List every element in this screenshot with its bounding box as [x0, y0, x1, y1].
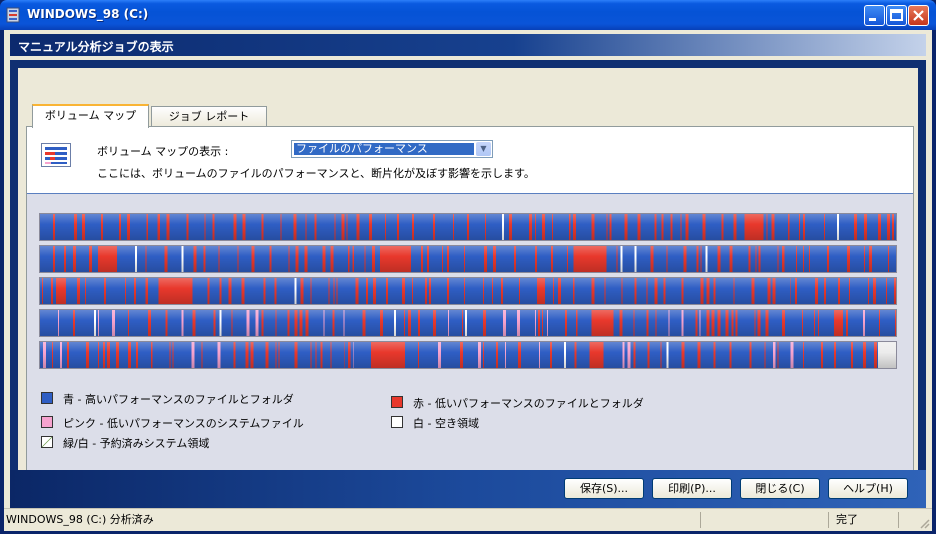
row-shading: [40, 246, 896, 272]
resize-grip-icon[interactable]: [918, 517, 930, 529]
display-mode-value: ファイルのパフォーマンス: [294, 143, 474, 155]
display-mode-select[interactable]: ファイルのパフォーマンス ▼: [291, 140, 493, 158]
legend-text: 白 - 空き領域: [413, 417, 479, 430]
defrag-app-icon: [6, 7, 20, 23]
volume-map-row: [39, 309, 897, 337]
tab-job-report[interactable]: ジョブ レポート: [151, 106, 267, 128]
legend-swatch-pink: [41, 416, 53, 428]
map-options-area: ボリューム マップの表示 : ファイルのパフォーマンス ▼ ここには、ボリューム…: [27, 127, 913, 194]
display-mode-label: ボリューム マップの表示 :: [97, 145, 229, 158]
legend-text: ピンク - 低いパフォーマンスのシステムファイル: [63, 417, 304, 430]
row-shading: [40, 278, 896, 304]
map-description: ここには、ボリュームのファイルのパフォーマンスと、断片化が及ぼす影響を示します。: [97, 167, 535, 180]
legend-text: 緑/白 - 予約済みシステム領域: [63, 437, 210, 450]
content-frame: ボリューム マップ ジョブ レポート ボリューム マップの表示 : ファイルのパ…: [10, 60, 926, 492]
tab-volume-map-label: ボリューム マップ: [44, 109, 137, 122]
tab-panel: ボリューム マップの表示 : ファイルのパフォーマンス ▼ ここには、ボリューム…: [26, 126, 914, 482]
status-text: WINDOWS_98 (C:) 分析済み: [6, 512, 701, 528]
save-button[interactable]: 保存(S)...: [564, 478, 644, 499]
button-bar: 保存(S)... 印刷(P)... 閉じる(C) ヘルプ(H): [10, 470, 926, 508]
row-shading: [40, 310, 896, 336]
legend-item: 赤 - 低いパフォーマンスのファイルとフォルダ: [391, 395, 644, 410]
legend-text: 青 - 高いパフォーマンスのファイルとフォルダ: [63, 393, 294, 406]
tab-job-report-label: ジョブ レポート: [168, 110, 250, 123]
title-bar[interactable]: WINDOWS_98 (C:): [0, 0, 936, 30]
close-button[interactable]: 閉じる(C): [740, 478, 820, 499]
maximize-icon: [890, 9, 903, 21]
close-icon: [913, 10, 924, 21]
legend-item: 青 - 高いパフォーマンスのファイルとフォルダ: [41, 391, 294, 406]
status-spacer: [704, 512, 829, 528]
tab-container: ボリューム マップ ジョブ レポート ボリューム マップの表示 : ファイルのパ…: [18, 68, 918, 484]
tab-volume-map[interactable]: ボリューム マップ: [32, 104, 149, 128]
row-shading: [40, 342, 896, 368]
volume-map: [39, 213, 899, 375]
volume-map-icon: [41, 143, 71, 167]
page-title: マニュアル分析ジョブの表示: [18, 40, 174, 54]
close-window-button[interactable]: [908, 5, 929, 26]
row-shading: [40, 214, 896, 240]
print-button[interactable]: 印刷(P)...: [652, 478, 732, 499]
volume-map-row: [39, 341, 897, 369]
client-area: マニュアル分析ジョブの表示 ボリューム マップ ジョブ レポート ボリューム マ…: [4, 30, 932, 531]
header-band: マニュアル分析ジョブの表示: [10, 34, 926, 56]
volume-map-row: [39, 245, 897, 273]
app-window: WINDOWS_98 (C:) マニュアル分析ジョブの表示 ボリューム マップ …: [0, 0, 936, 534]
legend-item: 白 - 空き領域: [391, 415, 479, 430]
window-title: WINDOWS_98 (C:): [27, 7, 149, 21]
legend-item: ピンク - 低いパフォーマンスのシステムファイル: [41, 415, 304, 430]
legend-swatch-green-white: [41, 436, 53, 448]
volume-map-row: [39, 277, 897, 305]
maximize-button[interactable]: [886, 5, 907, 26]
help-button[interactable]: ヘルプ(H): [828, 478, 908, 499]
status-bar: WINDOWS_98 (C:) 分析済み 完了: [4, 508, 932, 531]
legend-swatch-blue: [41, 392, 53, 404]
chevron-down-icon[interactable]: ▼: [476, 142, 491, 156]
volume-map-row: [39, 213, 897, 241]
minimize-icon: [869, 18, 876, 21]
legend-swatch-red: [391, 396, 403, 408]
legend-item: 緑/白 - 予約済みシステム領域: [41, 435, 210, 450]
legend-text: 赤 - 低いパフォーマンスのファイルとフォルダ: [413, 397, 644, 410]
legend-swatch-white: [391, 416, 403, 428]
minimize-button[interactable]: [864, 5, 885, 26]
status-state: 完了: [834, 512, 899, 528]
